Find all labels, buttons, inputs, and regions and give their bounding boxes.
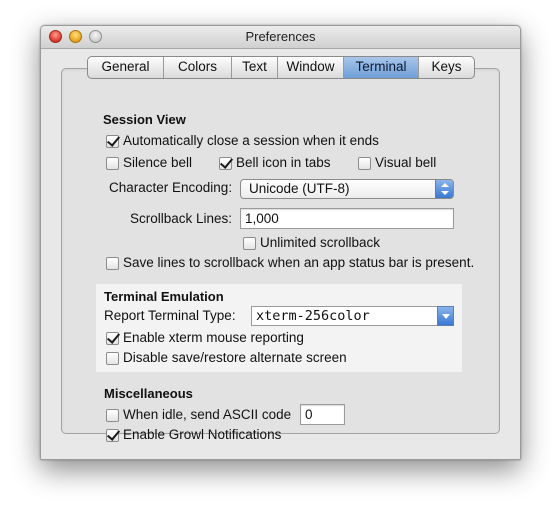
preferences-window: Preferences General Colors Text Window T… — [40, 25, 521, 460]
silence-bell-label[interactable]: Silence bell — [123, 155, 192, 170]
visual-bell-checkbox[interactable] — [358, 157, 371, 170]
mouse-reporting-checkbox[interactable] — [106, 332, 119, 345]
auto-close-label[interactable]: Automatically close a session when it en… — [123, 133, 379, 148]
silence-bell-checkbox[interactable] — [106, 157, 119, 170]
idle-ascii-code-field[interactable]: 0 — [300, 404, 345, 425]
bell-icon-in-tabs-label[interactable]: Bell icon in tabs — [236, 155, 331, 170]
tab-colors[interactable]: Colors — [164, 57, 232, 78]
scrollback-lines-label: Scrollback Lines: — [130, 211, 233, 226]
tab-bar: General Colors Text Window Terminal Keys — [87, 56, 475, 79]
terminal-emulation-heading: Terminal Emulation — [104, 289, 224, 304]
unlimited-scrollback-checkbox[interactable] — [243, 237, 256, 250]
character-encoding-label: Character Encoding: — [109, 180, 233, 195]
popup-stepper-icon — [435, 180, 453, 198]
window-content: General Colors Text Window Terminal Keys… — [41, 49, 520, 459]
miscellaneous-heading: Miscellaneous — [104, 386, 193, 401]
disable-alt-screen-label[interactable]: Disable save/restore alternate screen — [123, 350, 347, 365]
visual-bell-label[interactable]: Visual bell — [375, 155, 436, 170]
growl-notifications-checkbox[interactable] — [106, 429, 119, 442]
save-lines-checkbox[interactable] — [106, 257, 119, 270]
auto-close-checkbox[interactable] — [106, 135, 119, 148]
save-lines-label[interactable]: Save lines to scrollback when an app sta… — [123, 255, 474, 270]
report-terminal-type-combo[interactable]: xterm-256color — [251, 306, 454, 326]
character-encoding-popup[interactable]: Unicode (UTF-8) — [240, 179, 454, 199]
scrollback-lines-field[interactable]: 1,000 — [240, 208, 454, 229]
disable-alt-screen-checkbox[interactable] — [106, 352, 119, 365]
session-view-heading: Session View — [103, 112, 186, 127]
unlimited-scrollback-label[interactable]: Unlimited scrollback — [260, 235, 380, 250]
bell-icon-in-tabs-checkbox[interactable] — [219, 157, 232, 170]
tab-window[interactable]: Window — [278, 57, 344, 78]
tab-text[interactable]: Text — [232, 57, 278, 78]
idle-send-checkbox[interactable] — [106, 409, 119, 422]
tab-terminal[interactable]: Terminal — [344, 57, 419, 78]
title-bar[interactable]: Preferences — [41, 26, 520, 49]
window-title: Preferences — [245, 29, 316, 44]
chevron-down-icon[interactable] — [437, 306, 454, 326]
idle-send-label[interactable]: When idle, send ASCII code — [123, 407, 291, 422]
tab-keys[interactable]: Keys — [419, 57, 474, 78]
tab-general[interactable]: General — [88, 57, 164, 78]
character-encoding-value: Unicode (UTF-8) — [249, 181, 350, 196]
growl-notifications-label[interactable]: Enable Growl Notifications — [123, 427, 281, 442]
report-terminal-type-value: xterm-256color — [256, 308, 370, 324]
report-terminal-type-label: Report Terminal Type: — [104, 308, 236, 323]
mouse-reporting-label[interactable]: Enable xterm mouse reporting — [123, 330, 304, 345]
